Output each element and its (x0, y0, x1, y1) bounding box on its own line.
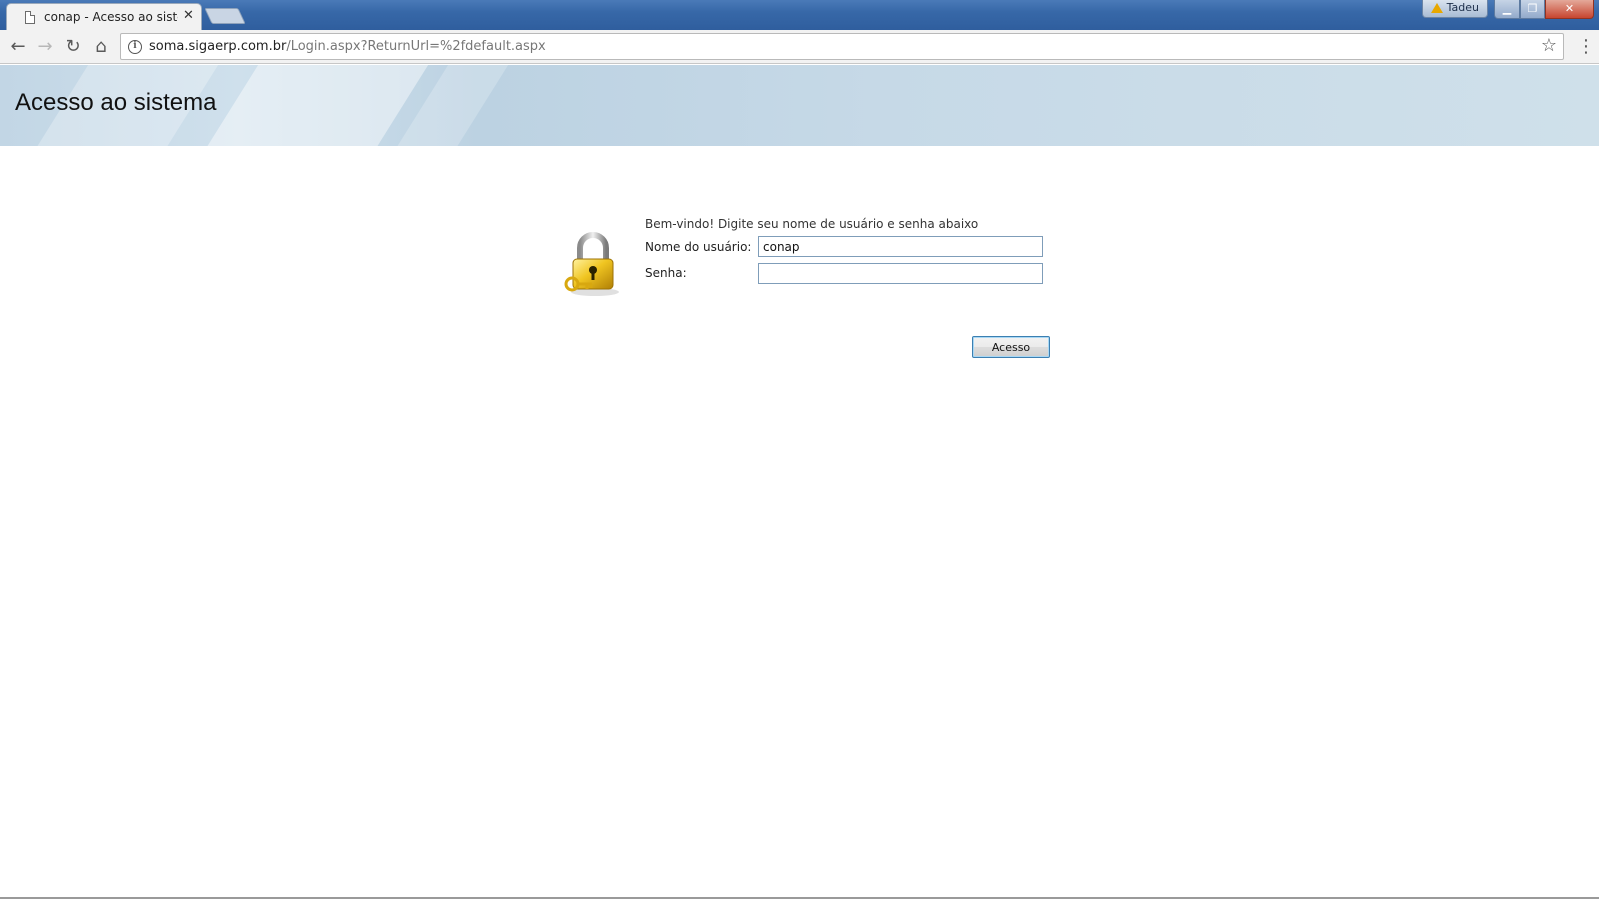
warning-icon (1431, 3, 1443, 13)
tab-title: conap - Acesso ao sistema (44, 10, 178, 24)
browser-toolbar: ← → ↻ ⌂ i soma.sigaerp.com.br/Login.aspx… (0, 30, 1599, 64)
page-title: Acesso ao sistema (15, 89, 217, 116)
bookmark-star-icon[interactable]: ☆ (1541, 36, 1557, 56)
browser-titlebar: conap - Acesso ao sistema ✕ Tadeu ▁ ❐ ✕ (0, 0, 1599, 30)
url-host: soma.sigaerp.com.br (149, 39, 287, 54)
browser-tab-active[interactable]: conap - Acesso ao sistema ✕ (6, 3, 202, 30)
back-arrow-icon[interactable]: ← (6, 35, 30, 59)
home-icon[interactable]: ⌂ (89, 35, 113, 59)
page-header: Acesso ao sistema (0, 65, 1599, 146)
site-info-icon[interactable]: i (128, 40, 142, 54)
maximize-button[interactable]: ❐ (1520, 0, 1545, 19)
url-text[interactable]: soma.sigaerp.com.br/Login.aspx?ReturnUrl… (149, 39, 546, 54)
profile-name: Tadeu (1446, 1, 1479, 14)
close-window-button[interactable]: ✕ (1545, 0, 1594, 19)
url-path: /Login.aspx?ReturnUrl=%2fdefault.aspx (286, 39, 546, 54)
tab-close-icon[interactable]: ✕ (183, 8, 194, 24)
profile-button[interactable]: Tadeu (1422, 0, 1488, 18)
username-input[interactable] (758, 236, 1043, 257)
padlock-with-key-icon (564, 232, 619, 296)
login-submit-button[interactable]: Acesso (972, 336, 1050, 358)
minimize-button[interactable]: ▁ (1494, 0, 1520, 19)
password-label: Senha: (645, 266, 687, 280)
browser-menu-icon[interactable]: ⋮ (1576, 36, 1596, 58)
password-input[interactable] (758, 263, 1043, 284)
window-controls: ▁ ❐ ✕ (1494, 0, 1599, 20)
reload-icon[interactable]: ↻ (61, 35, 85, 59)
new-tab-button[interactable] (204, 8, 246, 24)
page-icon (25, 11, 35, 24)
address-bar[interactable]: i soma.sigaerp.com.br/Login.aspx?ReturnU… (120, 33, 1564, 60)
welcome-message: Bem-vindo! Digite seu nome de usuário e … (645, 217, 979, 231)
username-label: Nome do usuário: (645, 240, 752, 254)
forward-arrow-icon[interactable]: → (33, 35, 57, 59)
header-decoration (195, 65, 435, 146)
